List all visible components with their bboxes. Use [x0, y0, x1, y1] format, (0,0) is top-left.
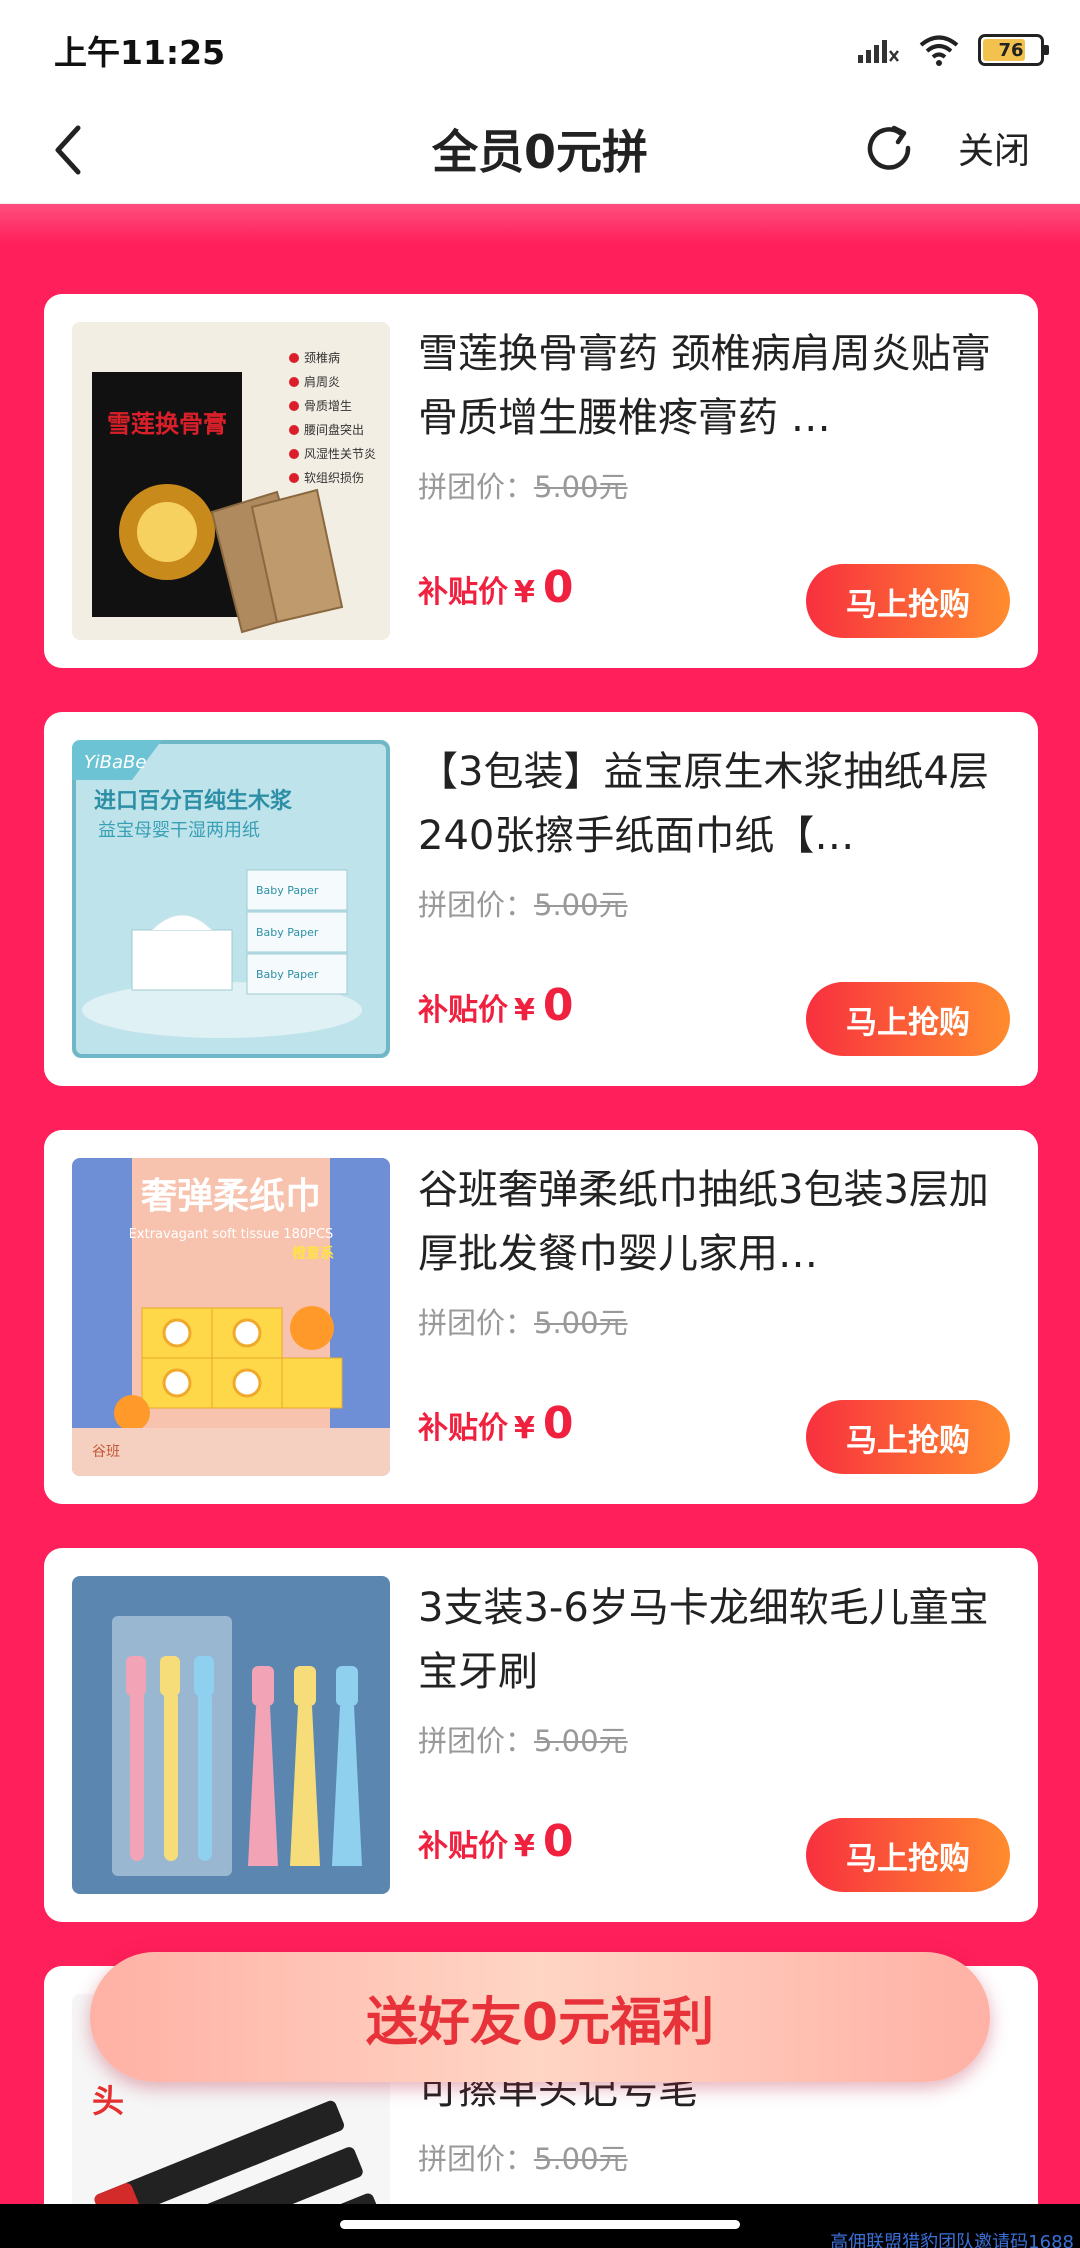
chevron-left-icon: [55, 125, 81, 175]
subsidy-value: 0: [542, 1398, 574, 1449]
subsidy-price: 补贴价 ¥ 0: [418, 1398, 574, 1449]
currency-symbol: ¥: [514, 1829, 535, 1864]
tissue-pack-text: Baby Paper: [256, 926, 319, 939]
plaster-product-image: 雪莲换骨膏 颈椎病 肩周炎 骨质增生 腰间盘突出 风湿性关节炎 软组织损伤: [72, 322, 390, 640]
soft-tissue-headline-text: 奢弹柔纸巾: [141, 1176, 321, 1217]
plaster-bullet-text: 肩周炎: [304, 374, 340, 389]
soft-tissue-brand-text: 谷班: [92, 1444, 120, 1460]
subsidy-price: 补贴价 ¥ 0: [418, 562, 574, 613]
close-button[interactable]: 关闭: [958, 122, 1030, 174]
plaster-bullet-text: 软组织损伤: [304, 471, 364, 485]
group-price-value: 5.00元: [534, 470, 628, 504]
subsidy-price: 补贴价 ¥ 0: [418, 1816, 574, 1867]
soft-tissue-subline-text: Extravagant soft tissue 180PCS: [129, 1227, 334, 1242]
group-price-label: 拼团价：: [418, 1306, 535, 1340]
buy-now-button[interactable]: 马上抢购: [806, 1818, 1010, 1892]
battery-icon: 76: [978, 34, 1049, 66]
subsidy-value: 0: [542, 980, 574, 1031]
tissue-pack-text: Baby Paper: [256, 968, 319, 981]
tissue-brand-text: YiBaBe: [84, 752, 146, 773]
product-title[interactable]: 3支装3-6岁马卡龙细软毛儿童宝宝牙刷: [418, 1576, 1010, 1704]
subsidy-label: 补贴价: [418, 993, 508, 1028]
group-price: 拼团价：5.00元: [418, 1718, 628, 1760]
plaster-brand-text: 雪莲换骨膏: [107, 410, 227, 438]
group-price-value: 5.00元: [534, 1306, 628, 1340]
soft-tissue-product-image: 奢弹柔纸巾 Extravagant soft tissue 180PCS 橙意系…: [72, 1158, 390, 1476]
share-free-gift-button[interactable]: 送好友0元福利: [90, 1952, 990, 2082]
buy-now-button[interactable]: 马上抢购: [806, 564, 1010, 638]
wifi-icon: [919, 35, 959, 66]
group-price-label: 拼团价：: [418, 888, 535, 922]
marker-corner-text: 头: [92, 2082, 124, 2120]
tissue-headline-text: 进口百分百纯生木浆: [94, 788, 293, 814]
tissue-subline-text: 益宝母婴干湿两用纸: [98, 820, 260, 841]
subsidy-label: 补贴价: [418, 1411, 508, 1446]
status-time: 上午11:25: [54, 33, 226, 72]
subsidy-label: 补贴价: [418, 1829, 508, 1864]
buy-now-button[interactable]: 马上抢购: [806, 1400, 1010, 1474]
subsidy-label: 补贴价: [418, 575, 508, 610]
nav-bar: 全员0元拼 关闭: [0, 96, 1080, 204]
group-price-value: 5.00元: [534, 888, 628, 922]
product-image[interactable]: 奢弹柔纸巾 Extravagant soft tissue 180PCS 橙意系…: [72, 1158, 390, 1476]
watermark: 高佣联盟猎豹团队邀请码1688: [830, 2232, 1074, 2248]
refresh-button[interactable]: [858, 118, 922, 182]
product-card[interactable]: 3支装3-6岁马卡龙细软毛儿童宝宝牙刷 拼团价：5.00元 补贴价 ¥ 0 马上…: [44, 1548, 1038, 1922]
buy-now-button[interactable]: 马上抢购: [806, 982, 1010, 1056]
product-card[interactable]: 雪莲换骨膏 颈椎病 肩周炎 骨质增生 腰间盘突出 风湿性关节炎 软组织损伤 雪莲…: [44, 294, 1038, 668]
product-image[interactable]: [72, 1576, 390, 1894]
group-price: 拼团价：5.00元: [418, 882, 628, 924]
plaster-bullet-text: 骨质增生: [304, 399, 352, 413]
product-image[interactable]: YiBaBe 进口百分百纯生木浆 益宝母婴干湿两用纸 Baby Paper Ba…: [72, 740, 390, 1058]
group-price-label: 拼团价：: [418, 2142, 535, 2176]
product-card[interactable]: 奢弹柔纸巾 Extravagant soft tissue 180PCS 橙意系…: [44, 1130, 1038, 1504]
tissue-pack-text: Baby Paper: [256, 884, 319, 897]
header-band: [0, 204, 1080, 244]
product-title[interactable]: 雪莲换骨膏药 颈椎病肩周炎贴膏骨质增生腰椎疼膏药 …: [418, 322, 1010, 450]
home-indicator[interactable]: [340, 2220, 740, 2229]
group-price-value: 5.00元: [534, 2142, 628, 2176]
currency-symbol: ¥: [514, 1411, 535, 1446]
toothbrush-product-image: [72, 1576, 390, 1894]
group-price: 拼团价：5.00元: [418, 1300, 628, 1342]
plaster-bullet-text: 风湿性关节炎: [304, 446, 376, 461]
product-title[interactable]: 谷班奢弹柔纸巾抽纸3包装3层加厚批发餐巾婴儿家用…: [418, 1158, 1010, 1286]
status-bar: 上午11:25 76: [0, 0, 1080, 96]
soft-tissue-tag-text: 橙意系: [292, 1245, 334, 1262]
currency-symbol: ¥: [514, 575, 535, 610]
product-title[interactable]: 【3包装】益宝原生木浆抽纸4层240张擦手纸面巾纸【…: [418, 740, 1010, 868]
group-price-value: 5.00元: [534, 1724, 628, 1758]
plaster-bullet-text: 颈椎病: [304, 350, 340, 365]
back-button[interactable]: [40, 118, 104, 182]
battery-level: 76: [998, 39, 1024, 61]
system-nav-bar: 高佣联盟猎豹团队邀请码1688: [0, 2204, 1080, 2248]
group-price-label: 拼团价：: [418, 1724, 535, 1758]
refresh-icon: [867, 125, 911, 170]
status-icons: 76: [856, 30, 1049, 70]
currency-symbol: ¥: [514, 993, 535, 1028]
product-card[interactable]: YiBaBe 进口百分百纯生木浆 益宝母婴干湿两用纸 Baby Paper Ba…: [44, 712, 1038, 1086]
subsidy-price: 补贴价 ¥ 0: [418, 980, 574, 1031]
tissue-product-image: YiBaBe 进口百分百纯生木浆 益宝母婴干湿两用纸 Baby Paper Ba…: [72, 740, 390, 1058]
product-image[interactable]: 雪莲换骨膏 颈椎病 肩周炎 骨质增生 腰间盘突出 风湿性关节炎 软组织损伤: [72, 322, 390, 640]
group-price: 拼团价：5.00元: [418, 464, 628, 506]
signal-icon: [858, 40, 899, 63]
group-price-label: 拼团价：: [418, 470, 535, 504]
plaster-bullet-text: 腰间盘突出: [304, 422, 364, 437]
subsidy-value: 0: [542, 1816, 574, 1867]
group-price: 拼团价：5.00元: [418, 2136, 628, 2178]
subsidy-value: 0: [542, 562, 574, 613]
